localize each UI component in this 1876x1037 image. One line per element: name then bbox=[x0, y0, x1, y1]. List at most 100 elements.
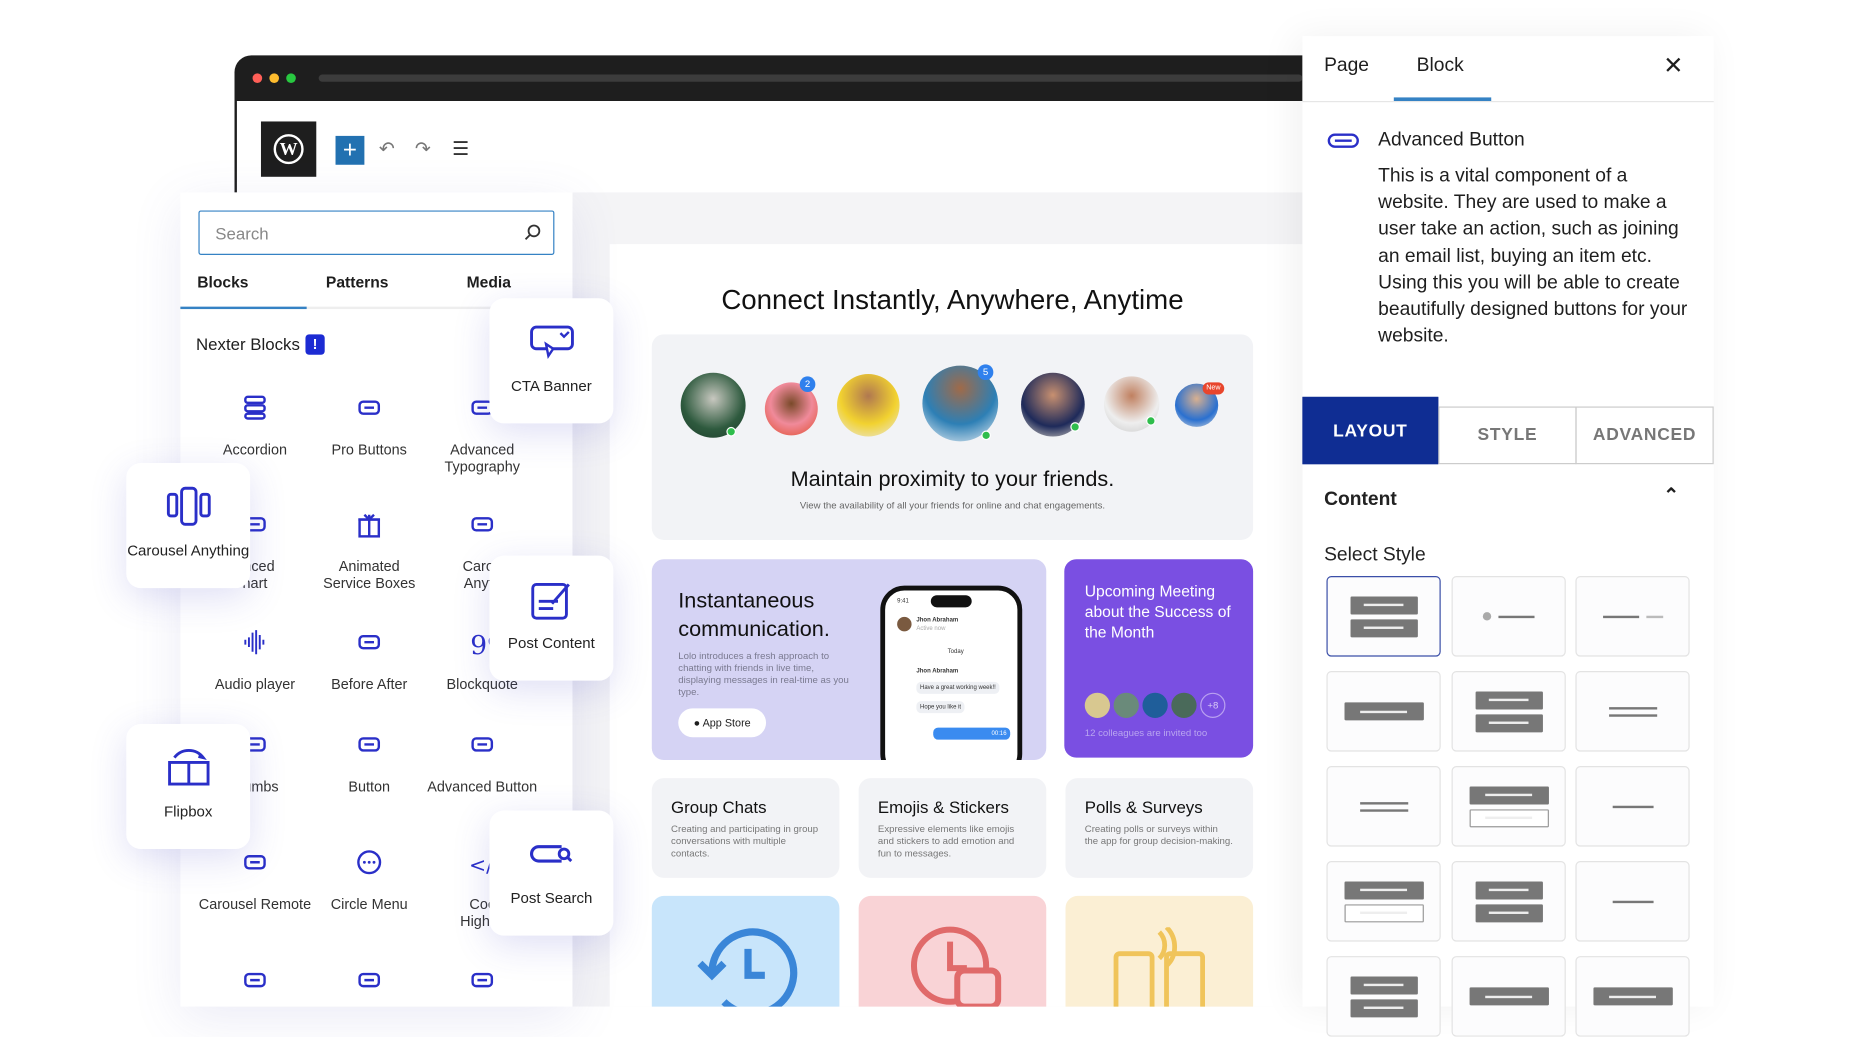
block-item[interactable]: Button bbox=[313, 728, 426, 795]
style-option[interactable] bbox=[1575, 671, 1690, 752]
block-item[interactable]: Advanced Button bbox=[426, 728, 539, 795]
clock-chat-card bbox=[858, 895, 1047, 1007]
browser-titlebar bbox=[234, 55, 1303, 102]
floating-block-post-search[interactable]: Post Search bbox=[489, 810, 614, 936]
style-option[interactable] bbox=[1326, 576, 1441, 657]
style-option[interactable] bbox=[1451, 766, 1566, 847]
style-option[interactable] bbox=[1326, 861, 1441, 942]
style-option[interactable] bbox=[1326, 956, 1441, 1037]
feature-card: Emojis & Stickers Expressive elements lik… bbox=[858, 778, 1047, 878]
block-item[interactable]: Animated Service Boxes bbox=[313, 507, 426, 592]
stage: W + ↶ ↷ ☰ Connect Instantly, Anywhere, A… bbox=[0, 0, 1876, 1037]
style-option[interactable] bbox=[1451, 861, 1566, 942]
list-view-icon[interactable]: ☰ bbox=[452, 137, 469, 161]
tab-style[interactable]: STYLE bbox=[1438, 406, 1577, 465]
block-item[interactable]: Accordion bbox=[198, 391, 311, 458]
chevron-up-icon[interactable]: ⌃ bbox=[1663, 483, 1679, 507]
feature-card: Group Chats Creating and participating in… bbox=[651, 778, 840, 878]
tab-blocks[interactable]: Blocks bbox=[197, 273, 248, 291]
block-item[interactable]: Before After bbox=[313, 625, 426, 693]
minimize-window-dot[interactable] bbox=[269, 73, 280, 83]
floating-block-post-content[interactable]: Post Content bbox=[489, 555, 614, 681]
avatar bbox=[1171, 692, 1197, 718]
style-option[interactable] bbox=[1451, 956, 1566, 1037]
timer-icon bbox=[471, 972, 494, 988]
block-label: Advanced Button bbox=[427, 778, 538, 795]
wordpress-logo-icon[interactable]: W bbox=[260, 121, 317, 177]
inst-body: Lolo introduces a fresh approach to chat… bbox=[678, 650, 849, 698]
app-store-button[interactable]: ● App Store bbox=[678, 708, 767, 738]
block-item[interactable]: Circle Menu bbox=[313, 845, 426, 913]
post-search-icon bbox=[529, 845, 572, 863]
inst-title-1: Instantaneous bbox=[678, 588, 815, 613]
devices-signal-icon bbox=[1113, 927, 1206, 1007]
block-item[interactable] bbox=[426, 963, 539, 1014]
more-attendees: +8 bbox=[1200, 692, 1226, 718]
style-option[interactable] bbox=[1451, 671, 1566, 752]
block-label: Circle Menu bbox=[330, 895, 408, 913]
gift-icon bbox=[358, 513, 381, 538]
editor-toolbar: W + ↶ ↷ ☰ bbox=[234, 101, 1303, 193]
block-item[interactable]: Carousel Remote bbox=[198, 845, 312, 913]
search-input[interactable]: Search bbox=[198, 210, 555, 255]
style-option[interactable] bbox=[1575, 956, 1690, 1037]
meeting-card: Upcoming Meeting about the Success of th… bbox=[1064, 559, 1254, 758]
tab-block[interactable]: Block bbox=[1417, 55, 1464, 77]
floating-block-carousel-anything[interactable]: Carousel Anything bbox=[126, 463, 251, 589]
undo-icon[interactable]: ↶ bbox=[379, 137, 395, 161]
style-option[interactable] bbox=[1575, 576, 1690, 657]
meeting-note: 12 colleagues are invited too bbox=[1084, 727, 1208, 739]
block-label: Carousel Remote bbox=[198, 895, 312, 913]
pro-buttons-icon bbox=[358, 400, 381, 415]
feature-card: Polls & Surveys Creating polls or surveys… bbox=[1065, 778, 1254, 878]
friends-card: 2 5 New Maintain proximity to your frien… bbox=[651, 334, 1254, 540]
post-content-icon bbox=[530, 583, 570, 620]
maximize-window-dot[interactable] bbox=[286, 73, 296, 83]
unread-badge: 2 bbox=[799, 376, 816, 393]
flipbox-icon bbox=[167, 748, 209, 786]
style-option[interactable] bbox=[1575, 861, 1690, 942]
apple-icon: ● bbox=[693, 716, 703, 729]
section-title: Nexter Blocks bbox=[196, 334, 300, 354]
history-icon bbox=[697, 928, 798, 1007]
style-option[interactable] bbox=[1326, 766, 1441, 847]
block-label: Audio player bbox=[214, 675, 296, 693]
tab-patterns[interactable]: Patterns bbox=[326, 273, 389, 291]
tab-advanced[interactable]: ADVANCED bbox=[1575, 406, 1714, 465]
style-option[interactable] bbox=[1451, 576, 1566, 657]
unread-badge: 5 bbox=[977, 364, 994, 381]
floating-block-flipbox[interactable]: Flipbox bbox=[126, 723, 251, 850]
meeting-title: Upcoming Meeting about the Success of th… bbox=[1084, 582, 1231, 641]
redo-icon[interactable]: ↷ bbox=[415, 137, 431, 161]
floating-block-cta-banner[interactable]: CTA Banner bbox=[489, 298, 614, 424]
inst-title-2: communication. bbox=[678, 616, 830, 641]
add-block-button[interactable]: + bbox=[335, 135, 365, 165]
block-item[interactable] bbox=[313, 963, 426, 1014]
tab-layout[interactable]: LAYOUT bbox=[1302, 396, 1439, 465]
content-section-title[interactable]: Content bbox=[1324, 489, 1397, 511]
block-label: Advanced Typography bbox=[444, 441, 520, 476]
new-badge: New bbox=[1202, 382, 1225, 395]
close-icon[interactable]: ✕ bbox=[1663, 51, 1683, 81]
info-badge: ! bbox=[305, 334, 325, 355]
search-icon[interactable] bbox=[523, 224, 541, 242]
style-option[interactable] bbox=[1326, 671, 1441, 752]
carousel-icon bbox=[471, 517, 494, 532]
history-card bbox=[651, 895, 840, 1007]
style-option[interactable] bbox=[1575, 766, 1690, 847]
tab-page[interactable]: Page bbox=[1324, 55, 1369, 77]
block-label: Animated Service Boxes bbox=[323, 558, 416, 592]
block-item[interactable] bbox=[198, 963, 311, 1014]
block-label: Button bbox=[348, 778, 391, 795]
remote-icon bbox=[244, 855, 266, 870]
block-item[interactable]: Pro Buttons bbox=[313, 391, 426, 458]
tab-media[interactable]: Media bbox=[467, 273, 511, 291]
active-tab-indicator bbox=[180, 306, 307, 310]
block-item[interactable]: Audio player bbox=[198, 625, 311, 693]
address-bar[interactable] bbox=[318, 74, 1303, 82]
cta-banner-icon bbox=[529, 325, 574, 360]
close-window-dot[interactable] bbox=[252, 73, 263, 83]
block-label: Accordion bbox=[222, 441, 288, 459]
clock-chat-icon bbox=[910, 926, 1002, 1007]
circle-menu-icon bbox=[357, 850, 382, 875]
